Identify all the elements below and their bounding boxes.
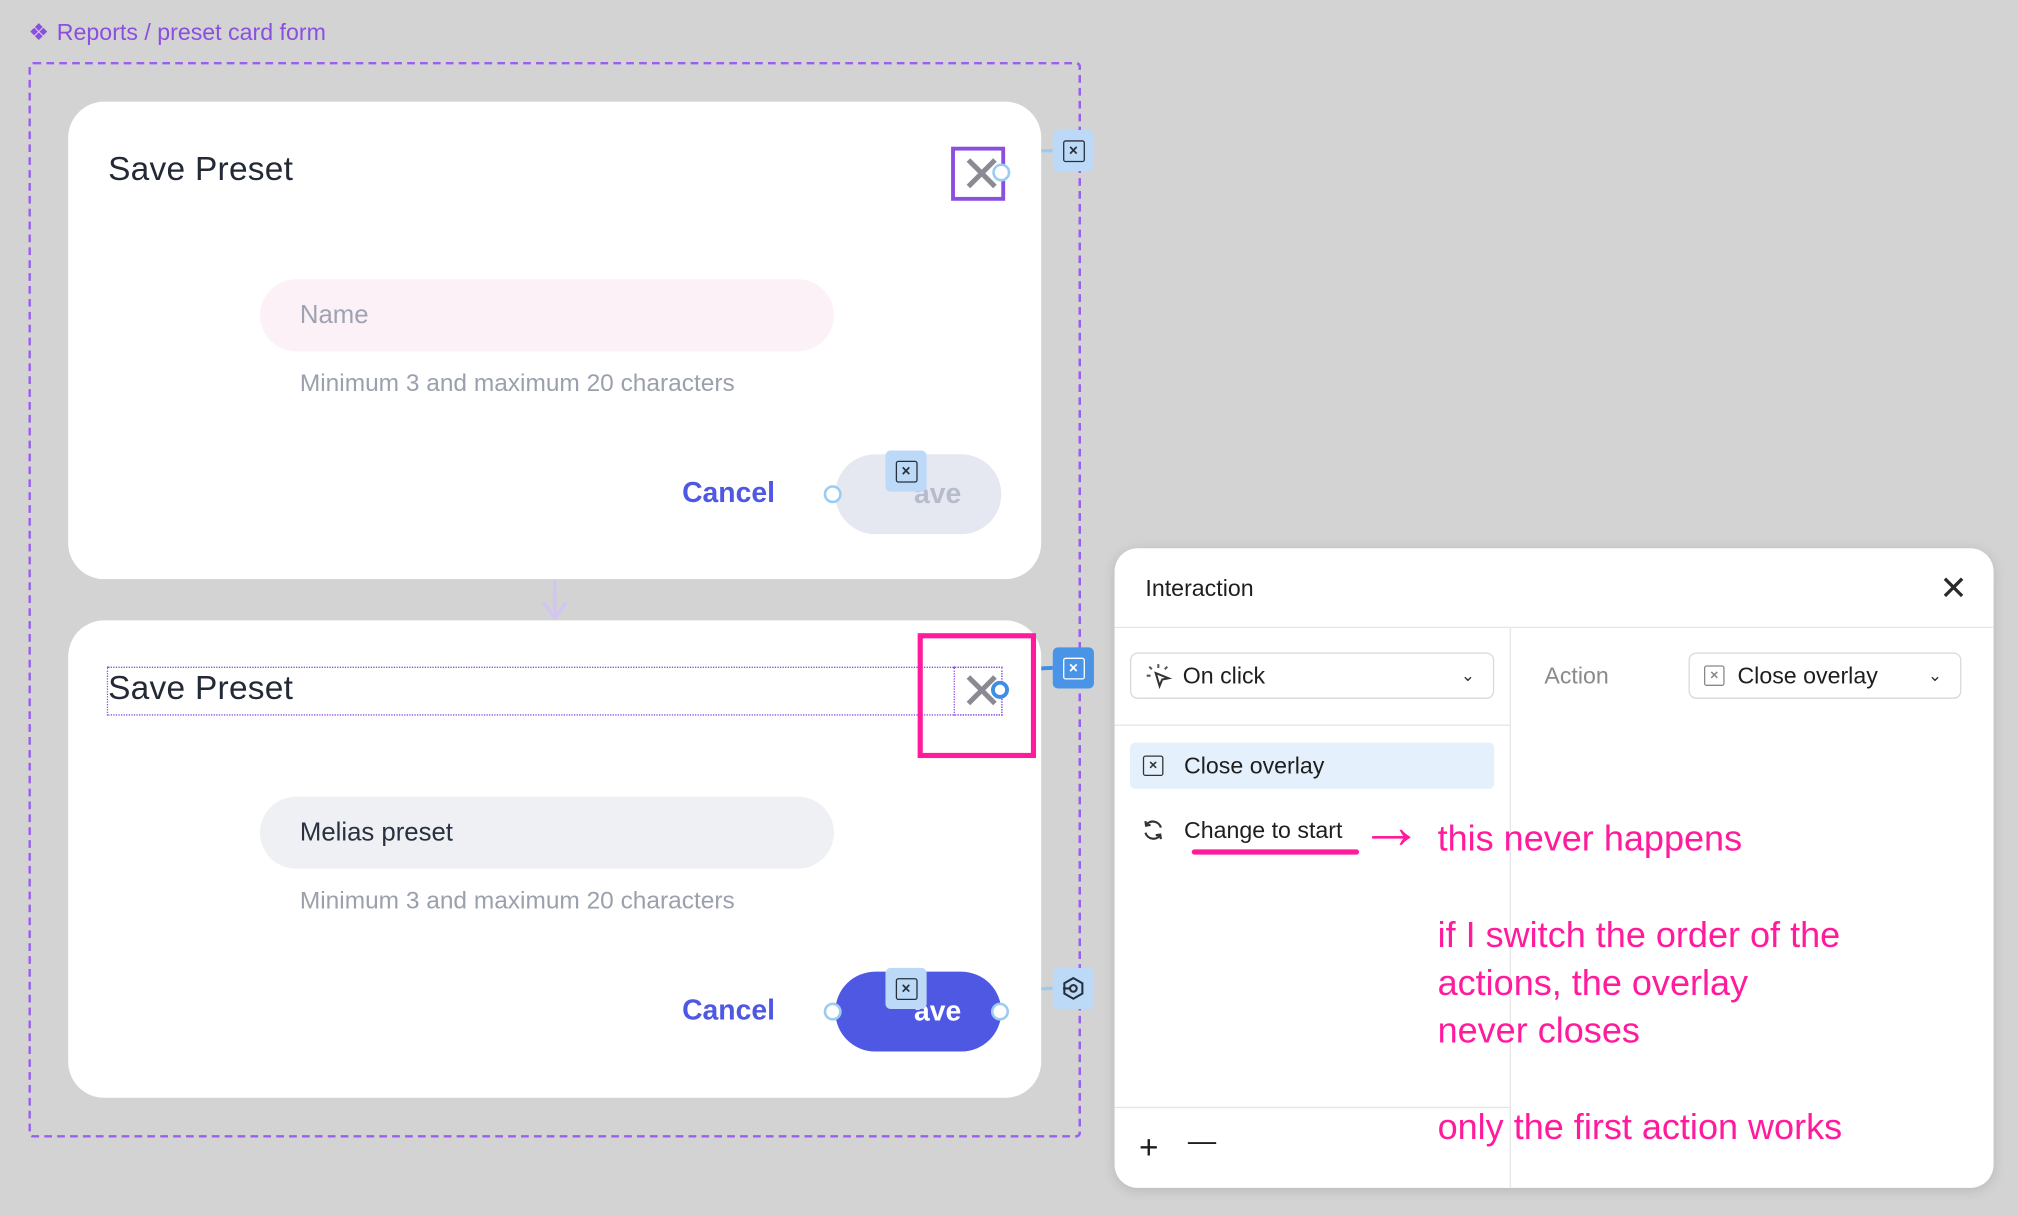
trigger-value: On click <box>1182 662 1266 688</box>
name-input-value: Melias preset <box>299 817 453 847</box>
close-overlay-icon: × <box>1062 139 1085 162</box>
chevron-down-icon: ⌄ <box>1928 665 1943 685</box>
refresh-icon <box>1140 817 1166 843</box>
action-item-close-overlay[interactable]: × Close overlay <box>1129 742 1495 789</box>
annotation-highlight-box <box>917 633 1037 759</box>
name-hint: Minimum 3 and maximum 20 characters <box>299 888 735 916</box>
action-item-label: Close overlay <box>1184 752 1325 778</box>
click-sparkle-icon <box>1144 662 1173 690</box>
close-overlay-icon: × <box>1703 665 1725 686</box>
proto-target-save-2[interactable]: × <box>885 967 927 1010</box>
panel-title: Interaction <box>1145 575 1254 602</box>
annotation-note-3: only the first action works <box>1437 1106 1843 1147</box>
card-title: Save Preset <box>108 149 294 188</box>
connector-dot[interactable] <box>990 1002 1010 1021</box>
cancel-button[interactable]: Cancel <box>682 476 775 509</box>
name-input[interactable]: Melias preset <box>259 796 834 869</box>
card-title: Save Preset <box>108 667 294 707</box>
action-dropdown[interactable]: × Close overlay ⌄ <box>1688 652 1962 699</box>
connector-dot[interactable] <box>823 1002 842 1021</box>
annotation-note-2-line: actions, the overlay <box>1437 962 1749 1003</box>
action-label: Action <box>1544 662 1609 689</box>
annotation-underline <box>1191 849 1360 855</box>
close-overlay-icon: × <box>1062 657 1085 679</box>
annotation-note-1: this never happens <box>1437 818 1743 859</box>
connector-dot-selected[interactable] <box>990 680 1010 699</box>
panel-divider <box>1114 626 1994 629</box>
proto-target-save-1[interactable]: × <box>885 450 927 492</box>
trigger-dropdown[interactable]: On click ⌄ <box>1129 652 1495 699</box>
navigate-icon <box>1063 976 1084 1000</box>
connector-dot[interactable] <box>823 485 842 504</box>
panel-divider <box>1114 724 1510 726</box>
name-input-placeholder: Name <box>299 300 369 329</box>
close-overlay-icon: × <box>895 977 917 1000</box>
action-item-label: Change to start <box>1184 816 1343 843</box>
proto-target-close-2-selected[interactable]: × <box>1052 647 1094 689</box>
action-value: Close overlay <box>1737 662 1878 688</box>
panel-close-icon[interactable]: ✕ <box>1940 571 1968 604</box>
name-input[interactable]: Name <box>259 279 834 352</box>
proto-target-navigate[interactable] <box>1052 967 1094 1010</box>
annotation-note-2-line: never closes <box>1437 1010 1640 1051</box>
annotation-note-2-line: if I switch the order of the <box>1437 915 1841 955</box>
proto-target-close-1[interactable]: × <box>1052 129 1094 172</box>
name-hint: Minimum 3 and maximum 20 characters <box>299 370 735 398</box>
cancel-button[interactable]: Cancel <box>682 994 775 1027</box>
chevron-down-icon: ⌄ <box>1460 665 1475 685</box>
remove-action-button[interactable]: — <box>1188 1127 1216 1155</box>
add-action-button[interactable]: + <box>1139 1130 1159 1163</box>
annotation-arrow-icon: → <box>1359 790 1424 863</box>
connector-dot[interactable] <box>992 163 1011 182</box>
annotation-note-2: if I switch the order of the actions, th… <box>1438 912 1841 1055</box>
close-overlay-icon: × <box>895 460 917 482</box>
close-overlay-icon: × <box>1142 755 1164 777</box>
interaction-panel <box>1114 548 1994 1188</box>
